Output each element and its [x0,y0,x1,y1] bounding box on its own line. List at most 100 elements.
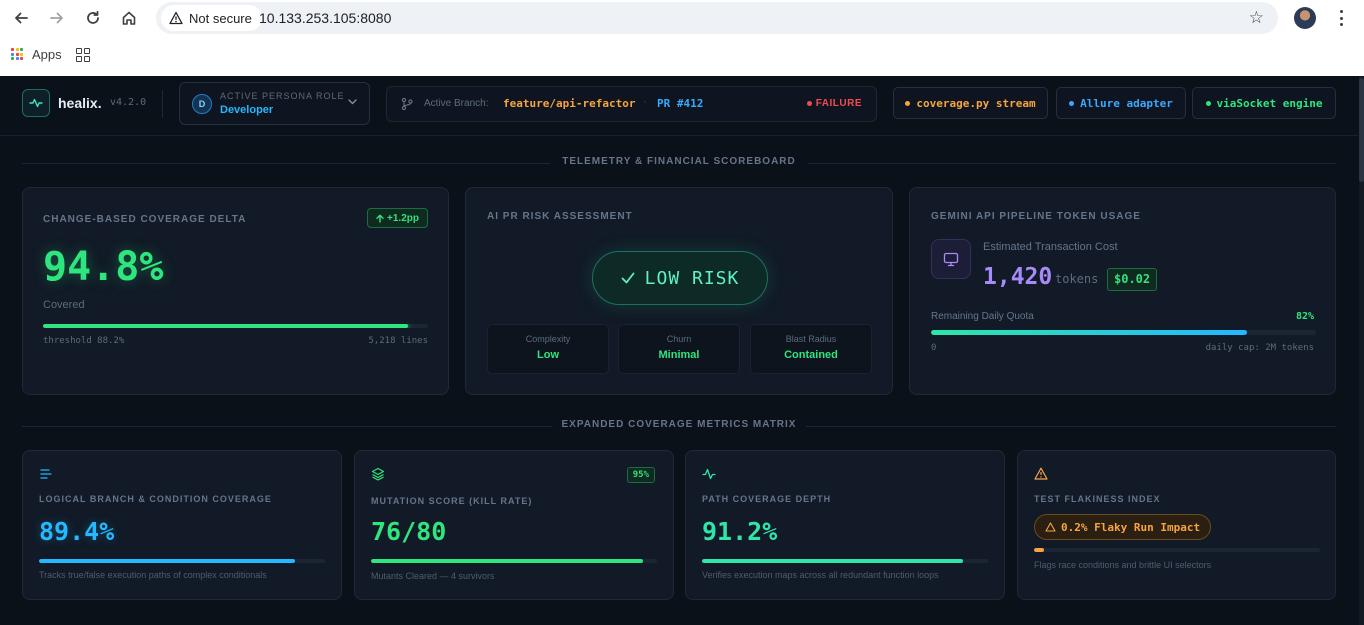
metric-value: 91.2% [702,517,778,546]
metric-card-branch-coverage: LOGICAL BRANCH & CONDITION COVERAGE 89.4… [22,450,342,600]
profile-avatar[interactable] [1294,7,1316,29]
cost-label: Estimated Transaction Cost [983,241,1118,253]
page-scrollbar[interactable] [1359,76,1364,625]
back-button[interactable] [9,6,33,30]
bookmark-star-icon[interactable]: ☆ [1249,8,1264,28]
metric-progress-bar [371,559,657,563]
delta-badge: +1.2pp [367,208,428,228]
risk-level-badge: LOW RISK [592,251,768,305]
metric-card-flakiness: TEST FLAKINESS INDEX 0.2% Flaky Run Impa… [1017,450,1336,600]
metric-progress-fill [702,559,963,563]
card-caption: CHANGE-BASED COVERAGE DELTA [43,214,247,225]
metric-value: 0.2% Flaky Run Impact [1061,520,1201,534]
risk-level-text: LOW RISK [644,267,740,289]
risk-cell-complexity: Complexity Low [487,324,609,374]
coverage-value: 94.8% [43,244,164,290]
coverage-delta-card: CHANGE-BASED COVERAGE DELTA +1.2pp 94.8%… [22,187,449,395]
risk-cell-blast-radius: Blast Radius Contained [750,324,872,374]
pulse-logo-icon [22,89,50,117]
git-branch-icon [401,97,413,116]
flakiness-badge: 0.2% Flaky Run Impact [1034,514,1212,540]
branch-status-bar: Active Branch: feature/api-refactor · PR… [386,86,877,122]
metric-caption: MUTATION SCORE (KILL RATE) [371,496,533,506]
metric-progress-fill [371,559,643,563]
card-caption: AI PR RISK ASSESSMENT [487,211,633,222]
warning-small-icon [1045,522,1056,532]
risk-cell-key: Churn [666,334,692,344]
token-usage-card: GEMINI API PIPELINE TOKEN USAGE Estimate… [909,187,1336,395]
coverage-progress-bar [43,324,428,328]
branch-label: Active Branch: [424,98,489,109]
warning-triangle-icon [169,11,183,25]
pill-label: viaSocket engine [1216,96,1323,110]
metric-progress-bar [1034,548,1320,552]
pill-dot [905,100,911,106]
logo-text: healix. [58,95,102,111]
metric-description: Verifies execution maps across all redun… [702,570,939,580]
status-dot [806,101,812,106]
quota-percent: 82% [1295,311,1314,322]
risk-cell-key: Complexity [525,334,571,344]
branch-name[interactable]: feature/api-refactor [503,97,635,110]
persona-selector[interactable]: D ACTIVE PERSONA ROLE Developer [179,82,370,125]
quota-label: Remaining Daily Quota [931,311,1034,322]
quota-cap-label: daily cap: 2M tokens [1205,343,1314,353]
metric-card-path-coverage: PATH COVERAGE DEPTH 91.2% Verifies execu… [685,450,1005,600]
coverage-progress-fill [43,324,408,328]
metric-progress-bar [39,559,325,563]
monitor-icon [931,239,971,279]
token-unit: tokens [1055,272,1099,286]
warning-icon [1034,467,1048,485]
forward-button[interactable] [45,6,69,30]
branch-separator: · [643,96,647,108]
pr-link[interactable]: PR #412 [657,97,703,110]
security-chip[interactable]: Not secure [161,5,262,31]
align-left-icon [39,467,53,485]
metric-card-mutation-score: 95% MUTATION SCORE (KILL RATE) 76/80 Mut… [354,450,674,600]
pill-label: Allure adapter [1080,96,1173,110]
check-icon [621,272,635,284]
quota-min-label: 0 [931,343,937,353]
cost-badge: $0.02 [1107,268,1158,291]
address-bar[interactable]: Not secure 10.133.253.105:8080 ☆ [156,2,1278,34]
metric-progress-fill [39,559,295,563]
metric-progress-fill [1034,548,1044,552]
token-count: 1,420 [983,264,1053,290]
bookmarks-bar: Apps [0,42,1364,68]
pulse-icon [702,467,716,486]
mutation-badge: 95% [626,467,655,483]
reload-button[interactable] [81,6,105,30]
metric-description: Mutants Cleared — 4 survivors [371,571,495,581]
lines-label: 5,218 lines [368,336,428,346]
build-status-text: FAILURE [815,98,862,109]
metric-description: Tracks true/false execution paths of com… [39,570,267,580]
home-button[interactable] [117,6,141,30]
url-text[interactable]: 10.133.253.105:8080 [259,10,391,26]
pill-dot [1205,100,1211,106]
browser-menu-icon[interactable] [1334,8,1348,28]
tab-groups-icon[interactable] [76,48,90,62]
pill-allure-adapter[interactable]: Allure adapter [1056,87,1186,119]
metric-caption: LOGICAL BRANCH & CONDITION COVERAGE [39,494,272,504]
metric-caption: PATH COVERAGE DEPTH [702,494,832,504]
header-divider [162,90,163,118]
section-title-matrix: EXPANDED COVERAGE METRICS MATRIX [22,419,1336,433]
quota-progress-fill [931,330,1247,335]
security-label: Not secure [189,10,252,26]
persona-caption: ACTIVE PERSONA ROLE [220,91,345,101]
arrow-up-icon [376,214,384,223]
covered-label: Covered [43,299,85,311]
pill-dot [1069,100,1075,106]
metric-caption: TEST FLAKINESS INDEX [1034,494,1161,504]
apps-bookmark[interactable]: Apps [32,47,62,62]
browser-chrome: Not secure 10.133.253.105:8080 ☆ Apps [0,0,1364,76]
pill-coverage-stream[interactable]: coverage.py stream [893,87,1048,119]
persona-role: Developer [220,104,274,116]
pill-viasocket-engine[interactable]: viaSocket engine [1192,87,1336,119]
threshold-label: threshold 88.2% [43,336,125,346]
risk-cell-churn: Churn Minimal [618,324,740,374]
risk-assessment-card: AI PR RISK ASSESSMENT LOW RISK Complexit… [465,187,893,395]
pill-label: coverage.py stream [916,96,1036,110]
section-title-telemetry: TELEMETRY & FINANCIAL SCOREBOARD [22,156,1336,170]
apps-grid-icon[interactable] [11,48,23,60]
